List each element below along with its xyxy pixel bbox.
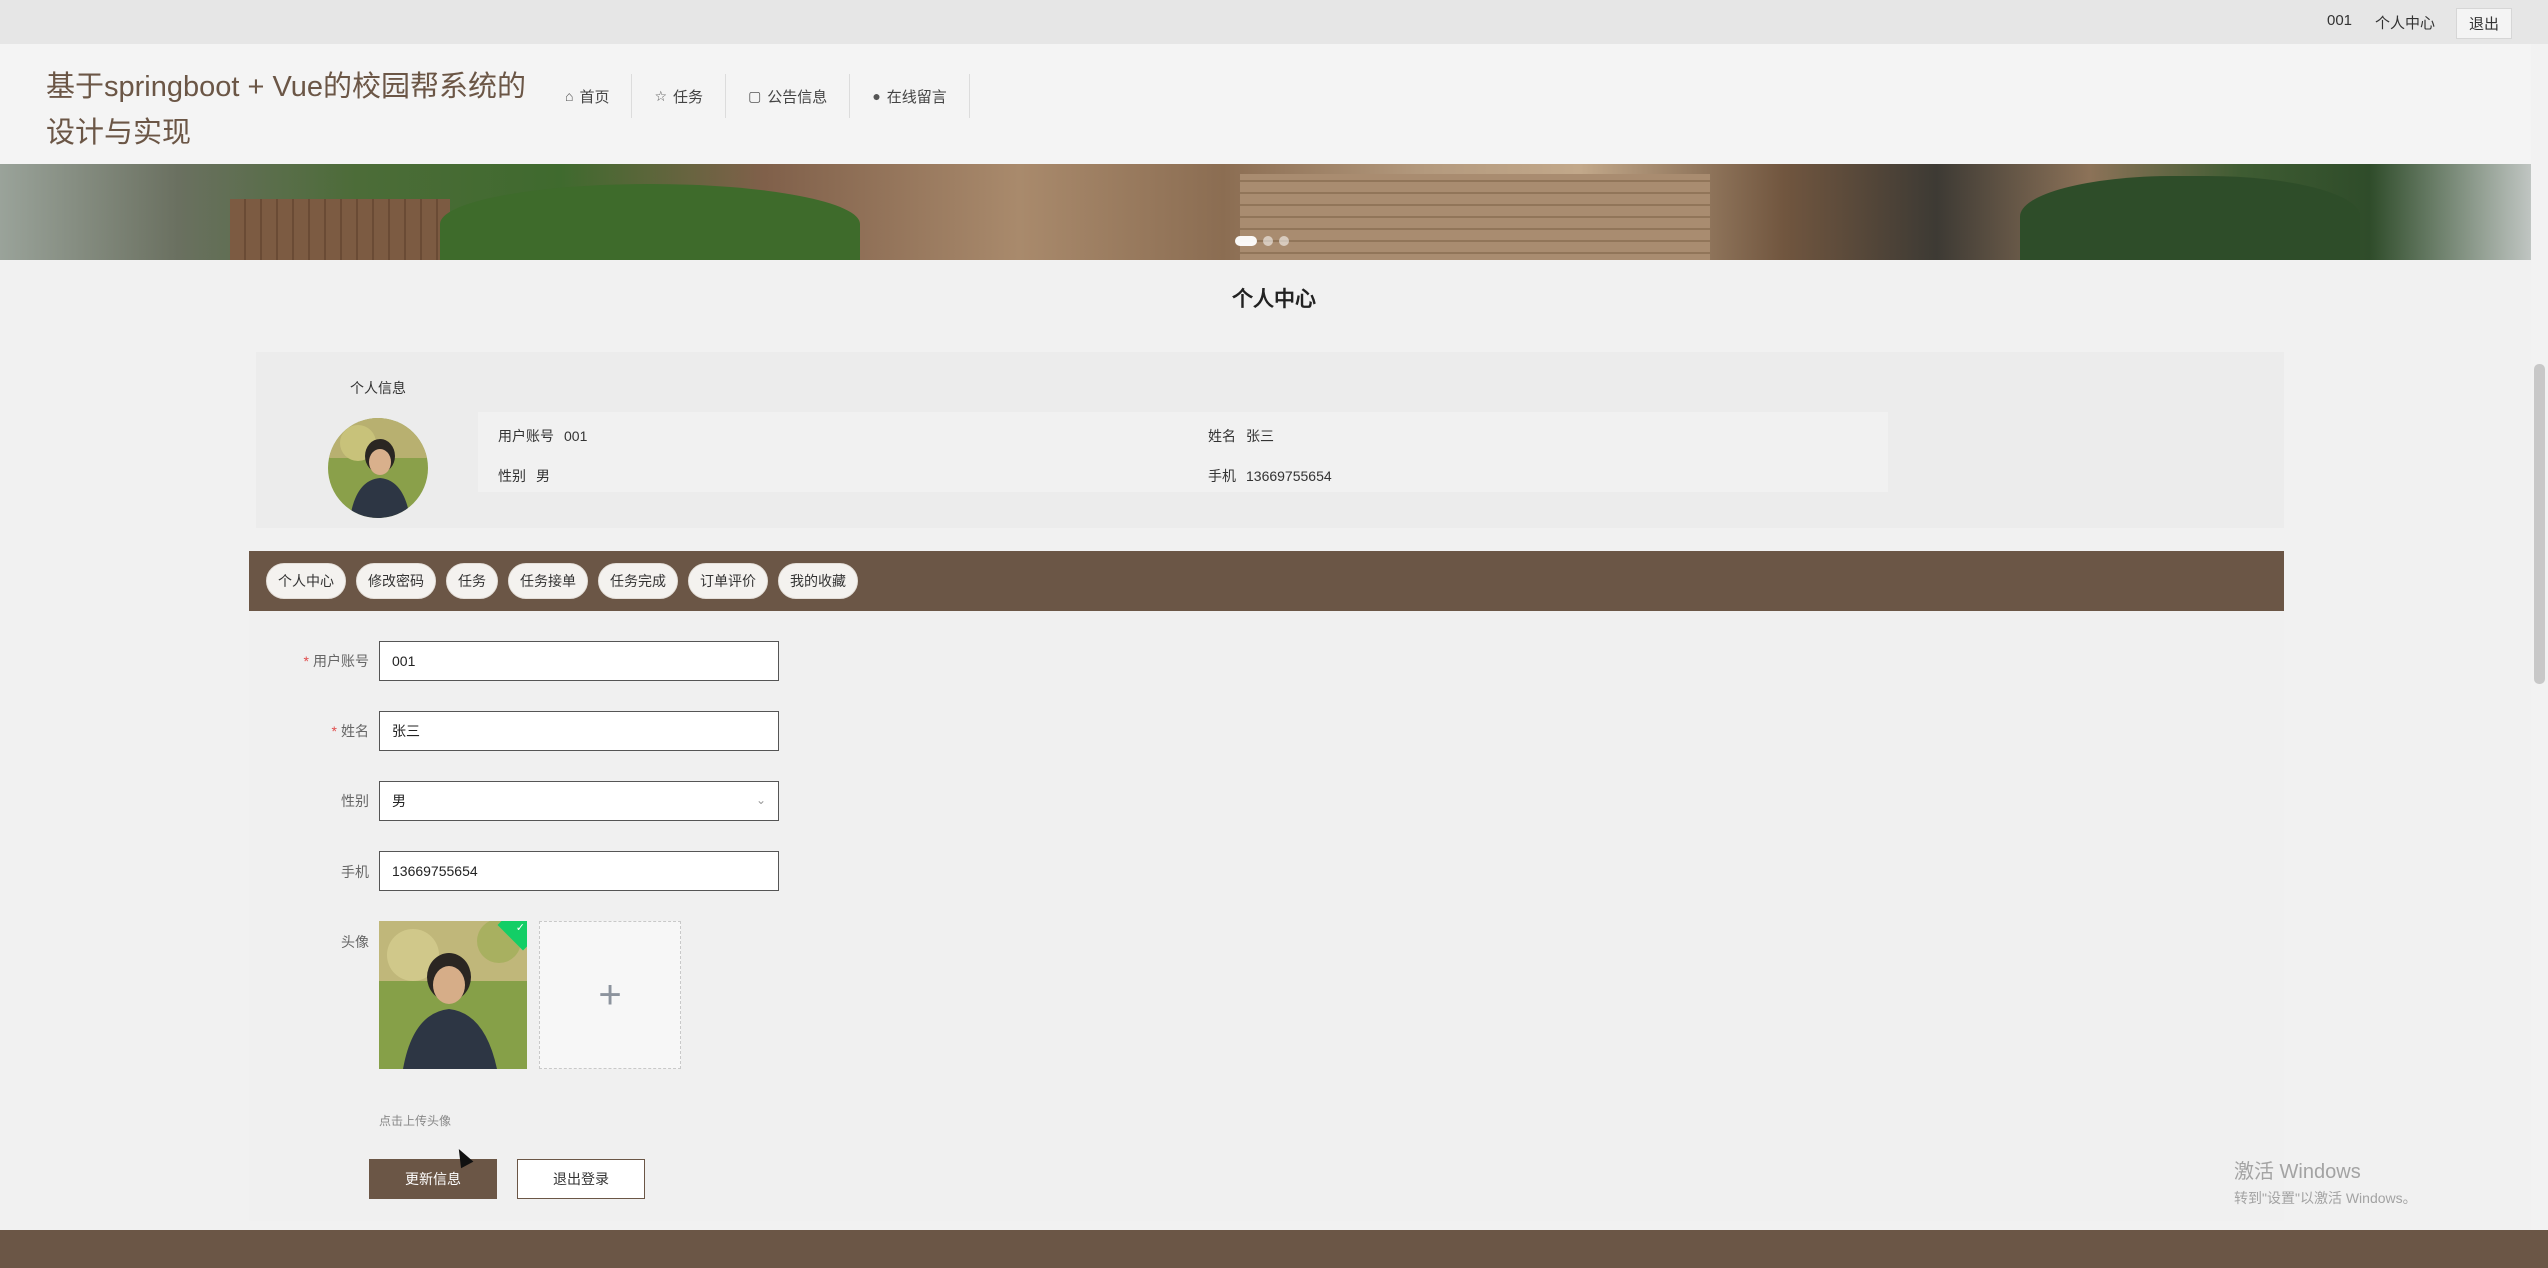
update-info-button[interactable]: 更新信息 (369, 1159, 497, 1199)
carousel-indicators (1235, 236, 1289, 246)
windows-activation-watermark: 激活 Windows 转到"设置"以激活 Windows。 (2234, 1155, 2417, 1208)
tab-bar: 个人中心 修改密码 任务 任务接单 任务完成 订单评价 我的收藏 (249, 551, 2284, 611)
nav-label: 首页 (579, 88, 610, 106)
phone-input[interactable]: 13669755654 (379, 851, 779, 891)
home-icon: ⌂ (565, 88, 574, 104)
avatar (328, 418, 428, 518)
banner-decoration (440, 184, 860, 260)
banner-decoration (1240, 174, 1710, 260)
banner-decoration (230, 199, 450, 260)
watermark-title: 激活 Windows (2234, 1161, 2361, 1183)
profile-form: * 用户账号 001 * 姓名 张三 性别 男 ⌄ 手机 13669755654 头… (249, 611, 2284, 1221)
carousel-dot[interactable] (1235, 236, 1257, 246)
tab-tasks[interactable]: 任务 (446, 563, 498, 599)
nav-label: 公告信息 (767, 88, 828, 106)
profile-section-label: 个人信息 (350, 380, 406, 396)
logout-account-button[interactable]: 退出登录 (517, 1159, 645, 1199)
info-account: 用户账号 001 (498, 426, 587, 446)
nav-label: 任务 (673, 88, 704, 106)
star-icon: ☆ (654, 87, 668, 104)
tab-task-accept[interactable]: 任务接单 (508, 563, 588, 599)
watermark-subtitle: 转到"设置"以激活 Windows。 (2234, 1190, 2417, 1206)
profile-info-grid: 用户账号 001 姓名 张三 性别男 手机 13669755654 (478, 412, 1888, 492)
info-key: 性别 (498, 468, 526, 484)
footer (0, 1230, 2548, 1268)
account-input[interactable]: 001 (379, 641, 779, 681)
tab-personal-center[interactable]: 个人中心 (266, 563, 346, 599)
info-key: 用户账号 (498, 428, 554, 444)
scrollbar-thumb[interactable] (2534, 364, 2545, 684)
info-value: 001 (564, 428, 588, 444)
uploaded-avatar-thumbnail[interactable]: ✓ (379, 921, 527, 1069)
check-icon: ✓ (515, 922, 525, 934)
info-value: 13669755654 (1246, 468, 1332, 484)
phone-label: 手机 (341, 864, 369, 880)
carousel-dot[interactable] (1263, 236, 1273, 246)
chevron-down-icon: ⌄ (755, 793, 766, 807)
name-input[interactable]: 张三 (379, 711, 779, 751)
account-link[interactable]: 001 (2327, 12, 2352, 29)
tabs: 个人中心 修改密码 任务 任务接单 任务完成 订单评价 我的收藏 (266, 563, 858, 599)
tab-change-password[interactable]: 修改密码 (356, 563, 436, 599)
page-title: 个人中心 (1232, 288, 1316, 311)
bag-icon: ▢ (748, 87, 762, 104)
nav-item-home[interactable]: ⌂ 首页 (545, 74, 633, 118)
profile-card: 个人信息 用户账号 001 姓名 张三 性别男 手机 13669755654 (256, 352, 2284, 528)
info-key: 姓名 (1208, 428, 1236, 444)
gender-label: 性别 (341, 793, 369, 809)
plus-icon: + (598, 972, 622, 1017)
tab-my-favorites[interactable]: 我的收藏 (778, 563, 858, 599)
upload-add-button[interactable]: + (539, 921, 681, 1069)
personal-center-link[interactable]: 个人中心 (2375, 12, 2435, 33)
info-phone: 手机 13669755654 (1208, 466, 1332, 486)
nav-label: 在线留言 (886, 88, 947, 106)
info-name: 姓名 张三 (1208, 426, 1274, 446)
name-label-text: 姓名 (341, 723, 369, 739)
avatar-label: 头像 (341, 934, 369, 950)
info-gender: 性别男 (498, 466, 550, 486)
header: 基于springboot + Vue的校园帮系统的设计与实现 ⌂ 首页 ☆ 任务… (0, 44, 2548, 164)
account-label-text: 用户账号 (313, 653, 369, 669)
page-scrollbar[interactable] (2531, 44, 2548, 1230)
upload-tip: 点击上传头像 (379, 1114, 452, 1128)
info-key: 手机 (1208, 468, 1236, 484)
logout-button[interactable]: 退出 (2456, 8, 2513, 39)
carousel-dot[interactable] (1279, 236, 1289, 246)
nav-item-announcements[interactable]: ▢ 公告信息 (726, 74, 851, 118)
nav-item-messages[interactable]: ● 在线留言 (850, 74, 970, 118)
banner-carousel[interactable] (0, 164, 2548, 260)
nav-item-tasks[interactable]: ☆ 任务 (632, 74, 727, 118)
info-icon: ● (872, 88, 881, 104)
tab-task-complete[interactable]: 任务完成 (598, 563, 678, 599)
site-title: 基于springboot + Vue的校园帮系统的设计与实现 (46, 71, 527, 149)
main-nav: ⌂ 首页 ☆ 任务 ▢ 公告信息 ● 在线留言 (545, 74, 970, 118)
top-bar: 001 个人中心 退出 (0, 0, 2548, 44)
required-mark: * (303, 653, 309, 669)
account-label: * 用户账号 (249, 651, 369, 671)
name-label: * 姓名 (249, 721, 369, 741)
gender-select[interactable]: 男 ⌄ (379, 781, 779, 821)
tab-order-review[interactable]: 订单评价 (688, 563, 768, 599)
info-value: 男 (536, 468, 550, 484)
required-mark: * (331, 723, 337, 739)
gender-selected-value: 男 (392, 793, 406, 809)
banner-decoration (2020, 176, 2360, 260)
info-value: 张三 (1246, 428, 1274, 444)
